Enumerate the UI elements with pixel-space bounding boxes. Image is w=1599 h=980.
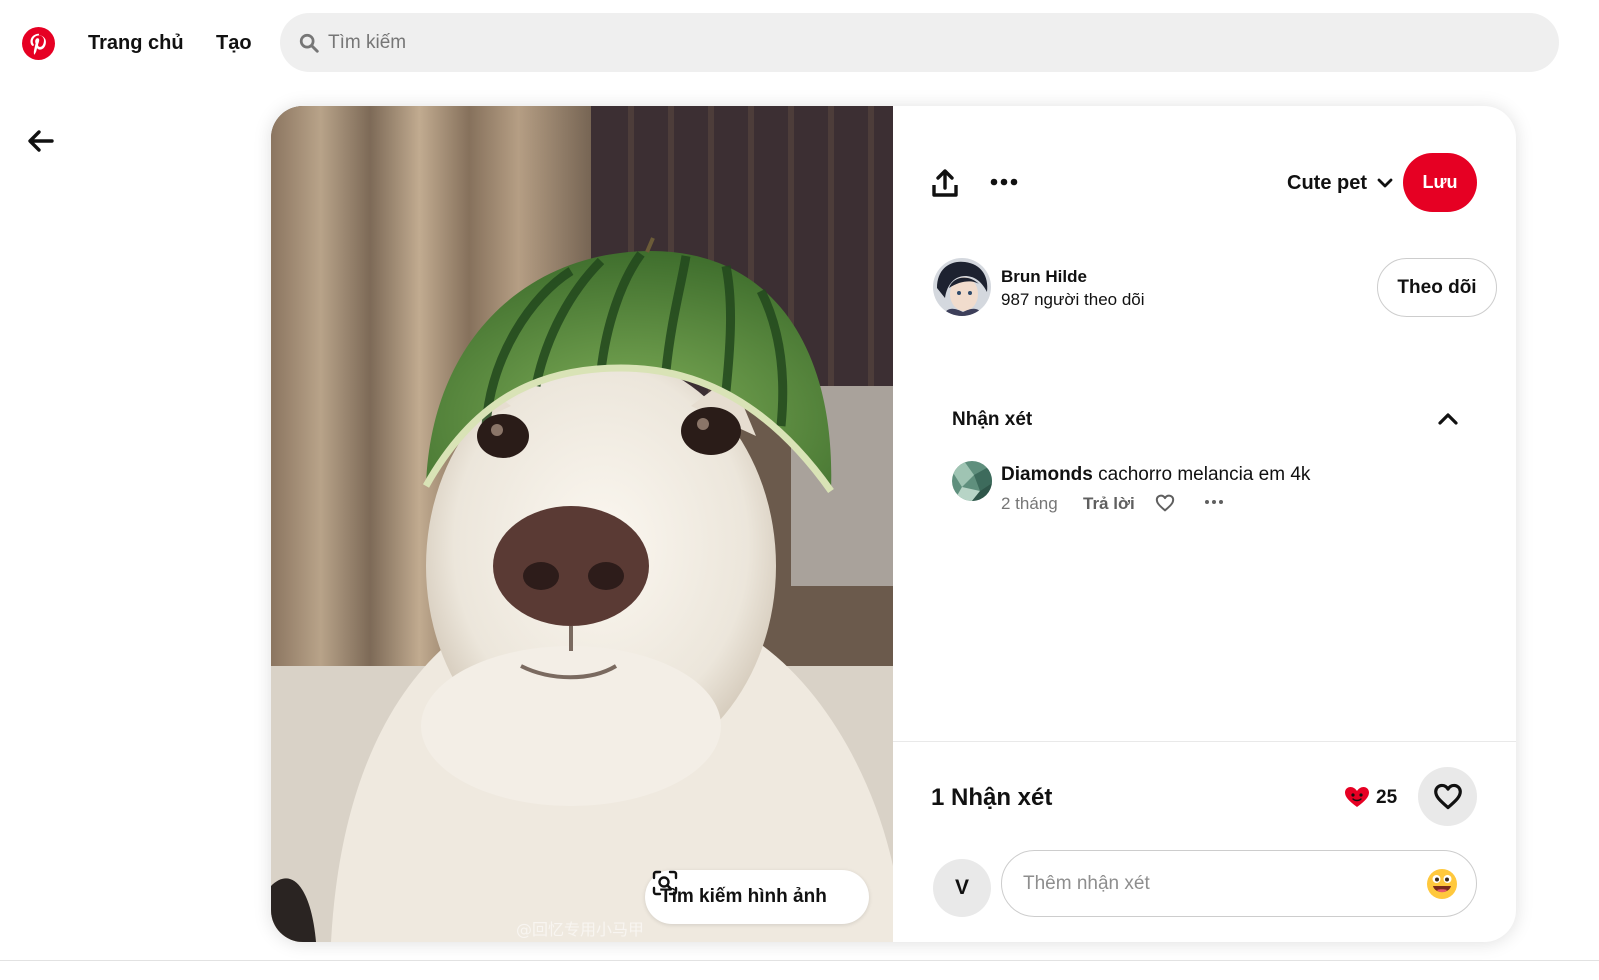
comment-more-icon[interactable] [1204, 498, 1224, 506]
comment-reply-button[interactable]: Trả lời [1083, 494, 1135, 514]
pin-image[interactable]: @回忆专用小马甲 Tìm kiếm hình ảnh [271, 106, 893, 942]
comment-body: cachorro melancia em 4k [1098, 464, 1311, 485]
visual-search-label: Tìm kiếm hình ảnh [660, 886, 827, 907]
pin-card: @回忆专用小马甲 Tìm kiếm hình ảnh Cute pet Lưu [271, 106, 1516, 942]
save-button[interactable]: Lưu [1403, 153, 1477, 212]
creator-name[interactable]: Brun Hilde [1001, 267, 1087, 287]
heart-outline-icon [1433, 783, 1462, 810]
comment-input-box[interactable] [1001, 850, 1477, 917]
board-name: Cute pet [1287, 171, 1367, 194]
search-input[interactable] [328, 25, 1528, 60]
creator-followers: 987 người theo dõi [1001, 290, 1145, 309]
comment-age: 2 tháng [1001, 494, 1058, 513]
emoji-picker-icon[interactable] [1426, 868, 1458, 900]
chevron-up-icon[interactable] [1436, 408, 1460, 428]
comment-input[interactable] [1023, 867, 1403, 901]
top-header: Trang chủ Tạo [0, 0, 1599, 88]
chevron-down-icon [1377, 178, 1393, 188]
current-user-avatar[interactable]: V [933, 859, 991, 917]
comment-author-avatar[interactable] [952, 461, 992, 501]
share-upload-icon[interactable] [931, 168, 959, 198]
page-bottom-border [0, 960, 1599, 961]
search-bar[interactable] [280, 13, 1559, 72]
image-watermark: @回忆专用小马甲 [516, 920, 645, 939]
reaction-heart-icon [1345, 787, 1369, 807]
pin-image-illustration [271, 106, 893, 942]
comment-text: Diamonds cachorro melancia em 4k [1001, 464, 1310, 486]
visual-search-button[interactable]: Tìm kiếm hình ảnh [645, 870, 869, 924]
comment-author[interactable]: Diamonds [1001, 464, 1093, 485]
pinterest-logo-icon[interactable] [22, 27, 55, 60]
comments-section-title: Nhận xét [952, 409, 1033, 430]
lens-search-icon [652, 870, 678, 896]
nav-create-link[interactable]: Tạo [216, 32, 252, 55]
react-button[interactable] [1418, 767, 1477, 826]
reaction-count: 25 [1376, 787, 1398, 808]
comment-count-title: 1 Nhận xét [931, 784, 1053, 811]
pin-details-panel: Cute pet Lưu Brun Hilde 987 người theo d… [893, 106, 1516, 942]
back-arrow-icon[interactable] [26, 128, 54, 154]
more-dots-icon[interactable] [989, 170, 1019, 194]
board-selector[interactable]: Cute pet [1287, 170, 1393, 196]
search-icon [299, 33, 319, 53]
heart-outline-icon[interactable] [1155, 494, 1175, 512]
follow-button[interactable]: Theo dõi [1377, 258, 1497, 317]
panel-divider [893, 741, 1516, 742]
nav-home-link[interactable]: Trang chủ [88, 32, 184, 55]
creator-avatar[interactable] [933, 258, 991, 316]
